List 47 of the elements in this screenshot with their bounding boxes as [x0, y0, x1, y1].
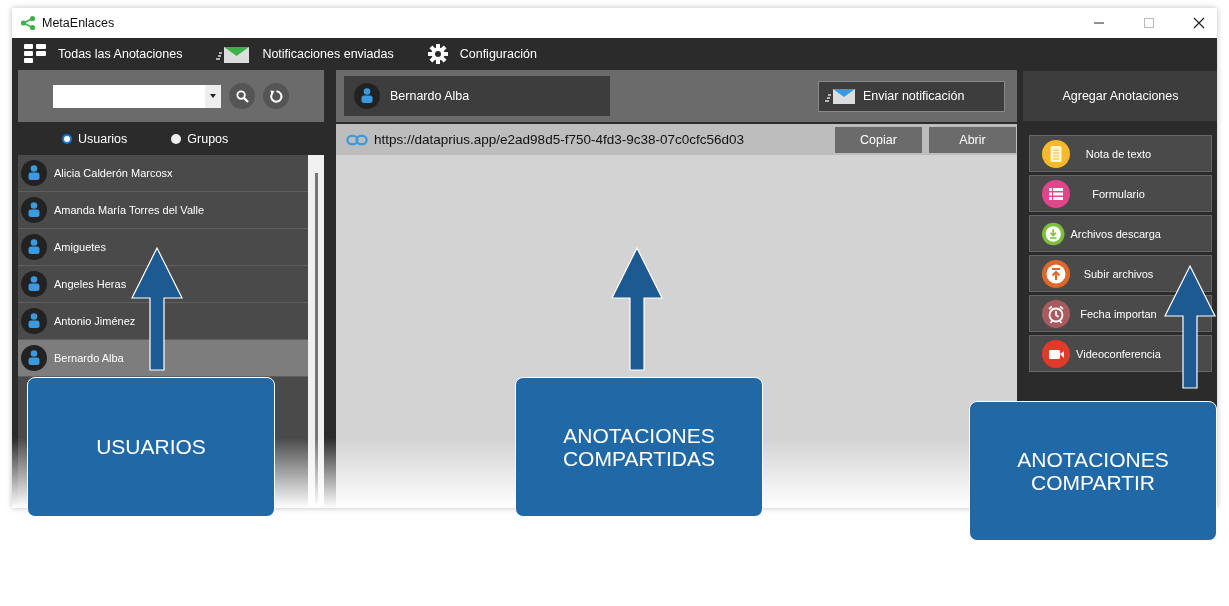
radio-option[interactable]: Usuarios	[62, 131, 128, 146]
user-list-item[interactable]: Amanda María Torres del Valle	[18, 192, 308, 229]
user-avatar-icon	[21, 345, 47, 371]
link-icon	[346, 133, 368, 146]
add-annotations-header: Agregar Anotaciones	[1023, 71, 1217, 121]
user-avatar-icon	[354, 83, 380, 109]
user-avatar-icon	[21, 308, 47, 334]
annotation-button[interactable]: Formulario	[1029, 175, 1212, 212]
annotation-button[interactable]: Subir archivos	[1029, 255, 1212, 292]
link-action-button[interactable]: Abrir	[929, 126, 1016, 153]
scrollbar[interactable]	[314, 173, 318, 503]
menu-item[interactable]: Todas las Anotaciones	[24, 42, 183, 66]
callout-label: ANOTACIONES COMPARTIR	[969, 401, 1217, 541]
user-avatar-icon	[21, 234, 47, 260]
annotation-button[interactable]: Nota de texto	[1029, 135, 1212, 172]
refresh-icon	[268, 88, 284, 104]
search-icon	[235, 89, 249, 103]
refresh-button[interactable]	[263, 83, 289, 109]
upload-icon	[1042, 259, 1070, 288]
user-avatar-icon	[21, 197, 47, 223]
form-icon	[1042, 179, 1070, 208]
close-icon[interactable]	[1193, 17, 1205, 29]
menu-item[interactable]: Configuración	[427, 42, 537, 66]
contact-name: Bernardo Alba	[390, 89, 470, 103]
radio-option[interactable]: Grupos	[171, 131, 229, 146]
share-icon	[20, 15, 36, 31]
annotation-button[interactable]: Videoconferencia	[1029, 335, 1212, 372]
user-list-item[interactable]: Bernardo Alba	[18, 340, 308, 377]
settings-icon	[427, 44, 448, 64]
caret-icon	[210, 94, 216, 98]
annotation-button[interactable]: Archivos descarga	[1029, 215, 1212, 252]
callout-label: USUARIOS	[27, 377, 275, 517]
alarm-icon	[1042, 299, 1070, 328]
send-notification-button[interactable]: Enviar notificación	[818, 80, 1005, 112]
link-action-button[interactable]: Copiar	[835, 126, 922, 153]
grid-icon	[24, 44, 46, 64]
video-icon	[1042, 339, 1070, 368]
user-list-item[interactable]: Alicia Calderón Marcosx	[18, 155, 308, 192]
menu-item[interactable]: Notificaciones enviadas	[216, 43, 394, 65]
search-button[interactable]	[229, 83, 255, 109]
window-title: MetaEnlaces	[42, 16, 115, 30]
user-avatar-icon	[21, 160, 47, 186]
note-icon	[1042, 139, 1070, 168]
callout-label: ANOTACIONES COMPARTIDAS	[515, 377, 763, 517]
envelope-icon	[216, 45, 251, 63]
envelope-icon	[825, 88, 855, 104]
user-avatar-icon	[21, 271, 47, 297]
